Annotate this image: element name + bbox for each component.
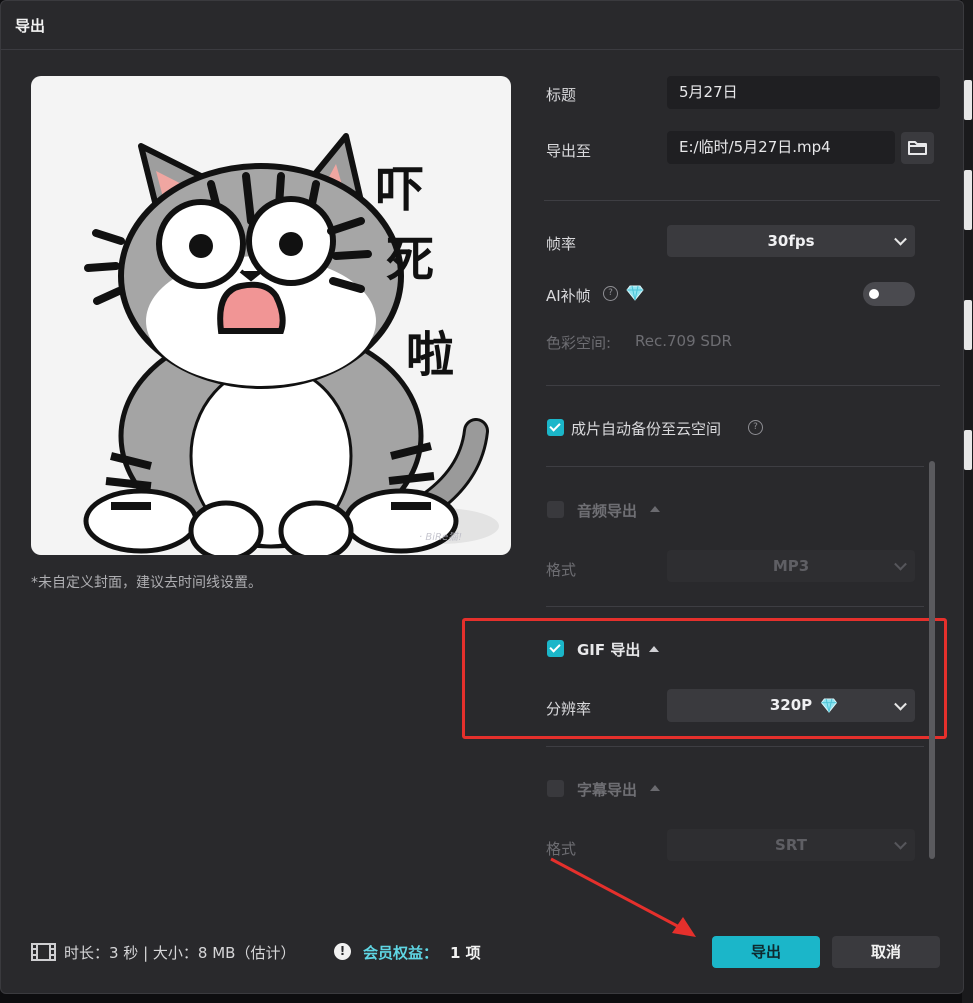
cat-sticker-image: 吓 死 啦	[83, 133, 499, 555]
audio-export-checkbox[interactable]	[547, 501, 564, 518]
audio-format-select[interactable]: MP3	[667, 550, 915, 582]
chevron-down-icon	[894, 836, 907, 850]
colorspace-label: 色彩空间:	[546, 334, 612, 352]
dialog-titlebar: 导出	[1, 1, 963, 50]
export-button[interactable]: 导出	[712, 936, 820, 968]
title-label: 标题	[546, 86, 577, 104]
subtitle-format-value: SRT	[775, 836, 807, 854]
help-icon[interactable]: ?	[603, 286, 618, 301]
collapse-icon[interactable]	[650, 785, 660, 791]
dialog-title: 导出	[15, 17, 46, 35]
audio-format-value: MP3	[772, 557, 810, 575]
alert-icon: !	[334, 943, 351, 960]
cover-note: *未自定义封面，建议去时间线设置。	[31, 575, 262, 591]
sticker-text-3: 啦	[406, 327, 454, 383]
help-icon[interactable]: ?	[748, 420, 763, 435]
collapse-icon[interactable]	[650, 506, 660, 512]
divider	[546, 606, 924, 607]
duration-size-text: 时长：3 秒 | 大小：8 MB（估计）	[64, 944, 296, 962]
film-icon	[31, 943, 56, 961]
export-to-label: 导出至	[546, 142, 592, 160]
member-benefits-link[interactable]: 会员权益：	[363, 942, 438, 963]
audio-export-title: 音频导出	[577, 502, 638, 520]
folder-icon	[908, 141, 927, 155]
browse-folder-button[interactable]	[901, 132, 934, 164]
watermark: · BiRe猫!	[419, 532, 463, 543]
member-benefits-count: 1 项	[450, 944, 481, 962]
export-path-input[interactable]: E:/临时/5月27日.mp4	[667, 131, 895, 164]
cloud-backup-label: 成片自动备份至云空间	[571, 420, 722, 438]
divider	[544, 200, 940, 201]
framerate-select[interactable]: 30fps	[667, 225, 915, 257]
divider	[546, 746, 924, 747]
ai-frame-toggle[interactable]	[863, 282, 915, 306]
sticker-text-1: 吓	[376, 162, 424, 218]
subtitle-export-title: 字幕导出	[577, 781, 638, 799]
framerate-label: 帧率	[546, 235, 577, 253]
title-input[interactable]: 5月27日	[667, 76, 940, 109]
diamond-icon	[626, 285, 644, 301]
cover-preview: 吓 死 啦	[31, 76, 511, 555]
ai-frame-label: AI补帧	[546, 287, 591, 305]
cloud-backup-checkbox[interactable]	[547, 419, 564, 436]
divider	[546, 466, 924, 467]
chevron-down-icon	[894, 557, 907, 571]
arrow-annotation	[550, 857, 696, 937]
audio-format-label: 格式	[546, 561, 577, 579]
chevron-down-icon	[894, 232, 907, 246]
scrollbar[interactable]	[929, 461, 935, 859]
export-dialog: 导出 吓 死 啦 · BiRe猫! *未自定义封面，建议去时间线设置。 标题 5…	[0, 0, 964, 994]
colorspace-value: Rec.709 SDR	[635, 332, 732, 350]
highlight-box	[462, 618, 947, 739]
divider	[546, 385, 940, 386]
framerate-value: 30fps	[767, 232, 815, 250]
cancel-button[interactable]: 取消	[832, 936, 940, 968]
sticker-text-2: 死	[386, 232, 434, 288]
subtitle-export-checkbox[interactable]	[547, 780, 564, 797]
